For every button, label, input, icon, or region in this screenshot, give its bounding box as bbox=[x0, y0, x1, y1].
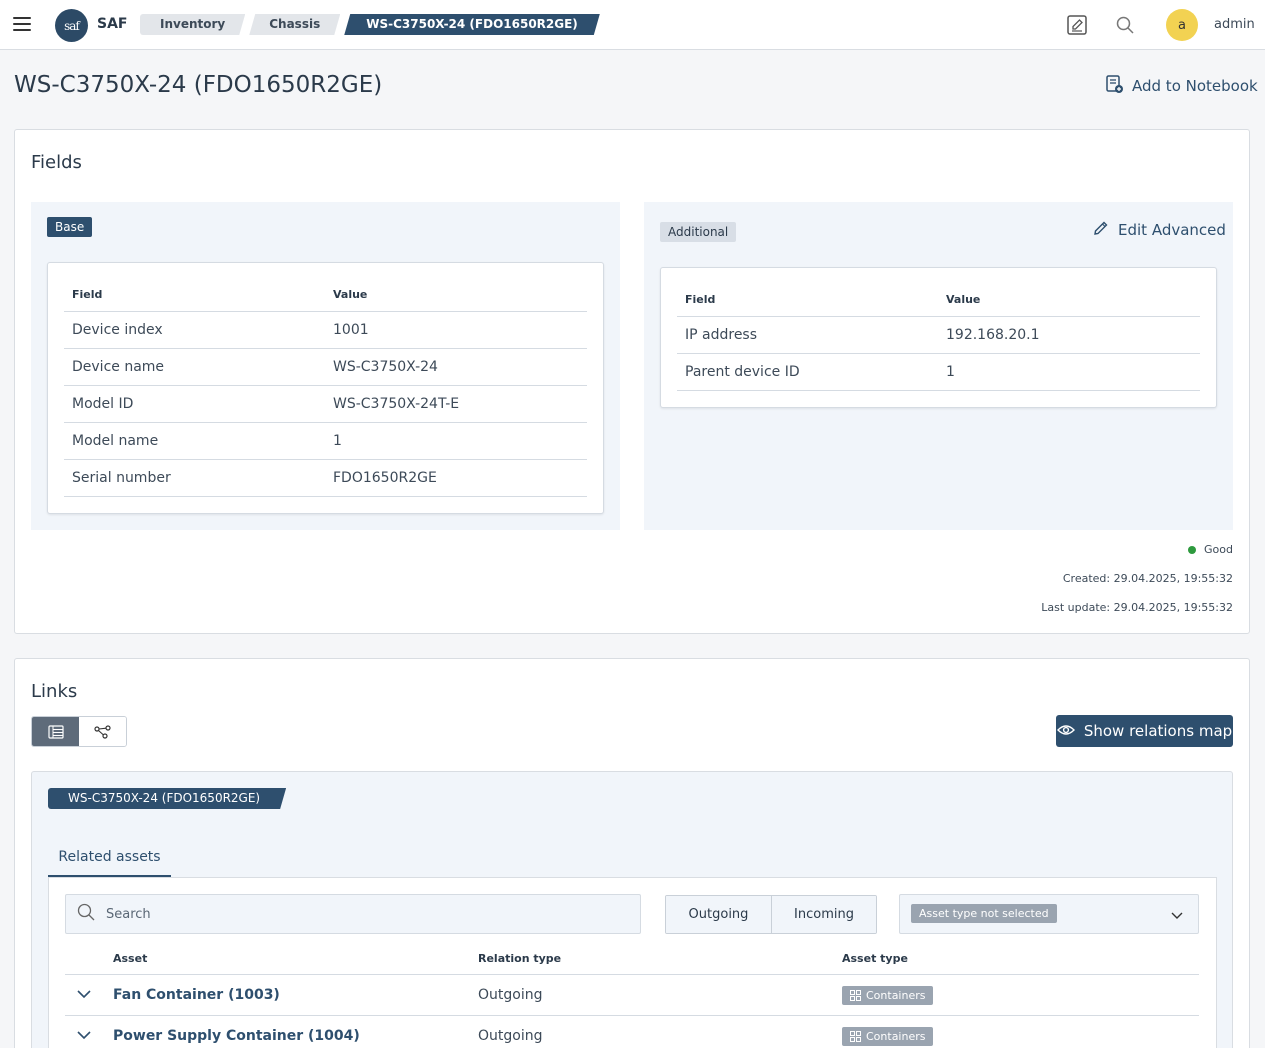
chevron-down-icon bbox=[1170, 908, 1184, 926]
edit-advanced-label: Edit Advanced bbox=[1118, 221, 1226, 239]
field-value: 1 bbox=[938, 353, 1200, 391]
search-input[interactable] bbox=[106, 906, 606, 922]
menu-icon[interactable] bbox=[13, 17, 31, 31]
show-relations-map-label: Show relations map bbox=[1083, 722, 1233, 740]
notebook-edit-icon[interactable] bbox=[1065, 13, 1089, 37]
top-bar: saf SAF Inventory Chassis WS-C3750X-24 (… bbox=[0, 0, 1265, 50]
field-value: WS-C3750X-24T-E bbox=[325, 385, 587, 423]
asset-column-header: Asset bbox=[113, 952, 148, 965]
asset-tag: WS-C3750X-24 (FDO1650R2GE) bbox=[48, 788, 286, 809]
table-row: Fan Container (1003) Outgoing Containers bbox=[65, 975, 1199, 1016]
asset-type-chip: Asset type not selected bbox=[911, 904, 1057, 923]
table-row: Model ID WS-C3750X-24T-E bbox=[64, 385, 587, 423]
status-text: Good bbox=[1204, 543, 1233, 556]
username[interactable]: admin bbox=[1214, 17, 1255, 32]
breadcrumb-chassis[interactable]: Chassis bbox=[249, 14, 340, 35]
links-card-title: Links bbox=[31, 681, 78, 702]
breadcrumb-inventory[interactable]: Inventory bbox=[140, 14, 245, 35]
base-fields-table-container: Field Value Device index 1001 Device name… bbox=[47, 262, 604, 514]
field-value: WS-C3750X-24 bbox=[325, 348, 587, 386]
table-row: Power Supply Container (1004) Outgoing C… bbox=[65, 1016, 1199, 1048]
field-name: IP address bbox=[677, 316, 938, 354]
fields-card-title: Fields bbox=[31, 152, 82, 173]
relation-type: Outgoing bbox=[478, 1028, 543, 1044]
table-row: Parent device ID 1 bbox=[677, 353, 1200, 391]
page-title: WS-C3750X-24 (FDO1650R2GE) bbox=[14, 72, 383, 98]
field-name: Device index bbox=[64, 311, 325, 349]
field-name: Serial number bbox=[64, 459, 325, 497]
search-icon[interactable] bbox=[1113, 13, 1137, 37]
field-name: Parent device ID bbox=[677, 353, 938, 391]
status-dot-icon bbox=[1188, 545, 1197, 554]
asset-type-label: Containers bbox=[866, 989, 926, 1002]
view-toggle bbox=[31, 716, 127, 747]
table-row: IP address 192.168.20.1 bbox=[677, 316, 1200, 354]
direction-toggle: Outgoing Incoming bbox=[665, 895, 877, 934]
asset-type-badge: Containers bbox=[842, 1027, 933, 1046]
last-update-timestamp: Last update: 29.04.2025, 19:55:32 bbox=[1041, 601, 1233, 614]
breadcrumb: Inventory Chassis WS-C3750X-24 (FDO1650R… bbox=[140, 14, 604, 35]
field-value: FDO1650R2GE bbox=[325, 459, 587, 497]
additional-fields-table-container: Field Value IP address 192.168.20.1 Paren… bbox=[660, 267, 1217, 408]
additional-field-header: Field bbox=[677, 284, 938, 317]
asset-type-label: Containers bbox=[866, 1030, 926, 1043]
additional-value-header: Value bbox=[938, 284, 1200, 317]
graph-view-button[interactable] bbox=[79, 717, 126, 746]
relation-type-column-header: Relation type bbox=[478, 952, 562, 965]
additional-fields-table: Field Value IP address 192.168.20.1 Paren… bbox=[677, 284, 1200, 391]
field-value: 1 bbox=[325, 422, 587, 460]
avatar[interactable]: a bbox=[1166, 9, 1198, 41]
additional-tag: Additional bbox=[660, 222, 737, 242]
related-asset-link[interactable]: Power Supply Container (1004) bbox=[113, 1028, 360, 1044]
edit-advanced-button[interactable]: Edit Advanced bbox=[1093, 220, 1226, 240]
search-field bbox=[65, 894, 641, 934]
add-to-notebook-button[interactable]: Add to Notebook bbox=[1104, 74, 1258, 98]
logo[interactable]: saf bbox=[55, 9, 88, 42]
base-tag: Base bbox=[47, 217, 93, 237]
base-value-header: Value bbox=[325, 279, 587, 312]
table-row: Model name 1 bbox=[64, 422, 587, 460]
table-row: Serial number FDO1650R2GE bbox=[64, 459, 587, 497]
tab-related-assets[interactable]: Related assets bbox=[48, 838, 171, 877]
notebook-add-icon bbox=[1104, 74, 1124, 98]
table-view-button[interactable] bbox=[32, 717, 79, 746]
app-name: SAF bbox=[97, 16, 128, 32]
base-fields-panel: Base Field Value Device index 1001 Device… bbox=[31, 202, 620, 530]
field-name: Device name bbox=[64, 348, 325, 386]
table-row: Device name WS-C3750X-24 bbox=[64, 348, 587, 386]
table-view-icon bbox=[47, 724, 64, 739]
status-badge: Good bbox=[1188, 543, 1233, 556]
asset-type-badge: Containers bbox=[842, 986, 933, 1005]
outgoing-button[interactable]: Outgoing bbox=[666, 896, 771, 933]
related-asset-link[interactable]: Fan Container (1003) bbox=[113, 987, 280, 1003]
pencil-icon bbox=[1093, 220, 1109, 240]
search-icon bbox=[77, 903, 95, 925]
field-name: Model ID bbox=[64, 385, 325, 423]
asset-type-column-header: Asset type bbox=[842, 952, 908, 965]
logo-text: saf bbox=[64, 18, 80, 33]
field-name: Model name bbox=[64, 422, 325, 460]
base-field-header: Field bbox=[64, 279, 325, 312]
graph-view-icon bbox=[93, 724, 111, 739]
avatar-initial: a bbox=[1178, 17, 1186, 33]
table-row: Device index 1001 bbox=[64, 311, 587, 349]
field-value: 1001 bbox=[325, 311, 587, 349]
base-fields-table: Field Value Device index 1001 Device name… bbox=[64, 279, 587, 497]
add-to-notebook-label: Add to Notebook bbox=[1132, 77, 1258, 95]
eye-icon bbox=[1056, 722, 1075, 740]
container-icon bbox=[850, 990, 861, 1001]
expand-chevron-icon[interactable] bbox=[76, 988, 92, 1004]
created-timestamp: Created: 29.04.2025, 19:55:32 bbox=[1062, 572, 1233, 585]
expand-chevron-icon[interactable] bbox=[76, 1029, 92, 1045]
relation-type: Outgoing bbox=[478, 987, 543, 1003]
asset-type-select[interactable]: Asset type not selected bbox=[899, 894, 1199, 934]
show-relations-map-button[interactable]: Show relations map bbox=[1056, 715, 1233, 747]
container-icon bbox=[850, 1031, 861, 1042]
breadcrumb-current[interactable]: WS-C3750X-24 (FDO1650R2GE) bbox=[344, 14, 600, 35]
field-value: 192.168.20.1 bbox=[938, 316, 1200, 354]
additional-fields-panel: Additional Field Value IP address 192.168… bbox=[644, 202, 1233, 530]
incoming-button[interactable]: Incoming bbox=[771, 896, 876, 933]
